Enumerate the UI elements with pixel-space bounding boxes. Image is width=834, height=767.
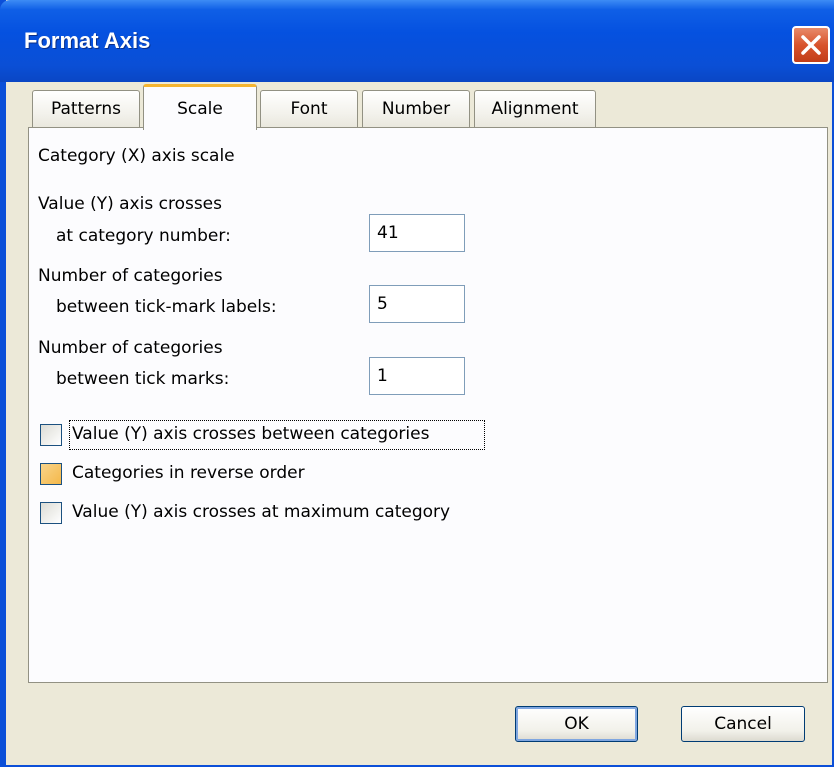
tab-alignment[interactable]: Alignment	[474, 90, 596, 128]
window-title: Format Axis	[24, 28, 151, 53]
reverse-order-checkbox[interactable]	[40, 463, 62, 485]
close-button[interactable]	[792, 26, 830, 64]
reverse-order-label[interactable]: Categories in reverse order	[72, 463, 305, 483]
tab-patterns[interactable]: Patterns	[32, 90, 140, 128]
close-icon	[801, 35, 821, 55]
crosses-at-maximum-checkbox[interactable]	[40, 502, 62, 524]
cancel-label: Cancel	[714, 714, 772, 734]
ok-button[interactable]: OK	[515, 706, 638, 742]
marks-label-line2: between tick marks:	[56, 369, 230, 389]
marks-label-line1: Number of categories	[38, 338, 223, 358]
tab-label: Patterns	[50, 99, 122, 119]
crosses-label-line2: at category number:	[56, 226, 231, 246]
title-bar[interactable]: Format Axis	[0, 0, 834, 82]
crosses-between-categories-label[interactable]: Value (Y) axis crosses between categorie…	[72, 424, 429, 444]
tab-label: Alignment	[491, 99, 579, 119]
tab-font[interactable]: Font	[260, 90, 358, 128]
labels-label-line1: Number of categories	[38, 266, 223, 286]
section-title: Category (X) axis scale	[38, 146, 235, 166]
crosses-at-category-input[interactable]: 41	[369, 214, 465, 252]
crosses-label-line1: Value (Y) axis crosses	[38, 194, 222, 214]
tab-label: Font	[290, 99, 328, 119]
crosses-at-maximum-label[interactable]: Value (Y) axis crosses at maximum catego…	[72, 502, 450, 522]
crosses-between-categories-checkbox[interactable]	[40, 424, 62, 446]
tab-number[interactable]: Number	[362, 90, 470, 128]
tick-mark-labels-input[interactable]: 5	[369, 285, 465, 323]
labels-label-line2: between tick-mark labels:	[56, 297, 277, 317]
tick-marks-input[interactable]: 1	[369, 357, 465, 395]
cancel-button[interactable]: Cancel	[681, 706, 805, 742]
tab-label: Scale	[177, 99, 223, 119]
tab-label: Number	[381, 99, 451, 119]
ok-label: OK	[564, 714, 589, 734]
tab-scale[interactable]: Scale	[143, 84, 257, 130]
